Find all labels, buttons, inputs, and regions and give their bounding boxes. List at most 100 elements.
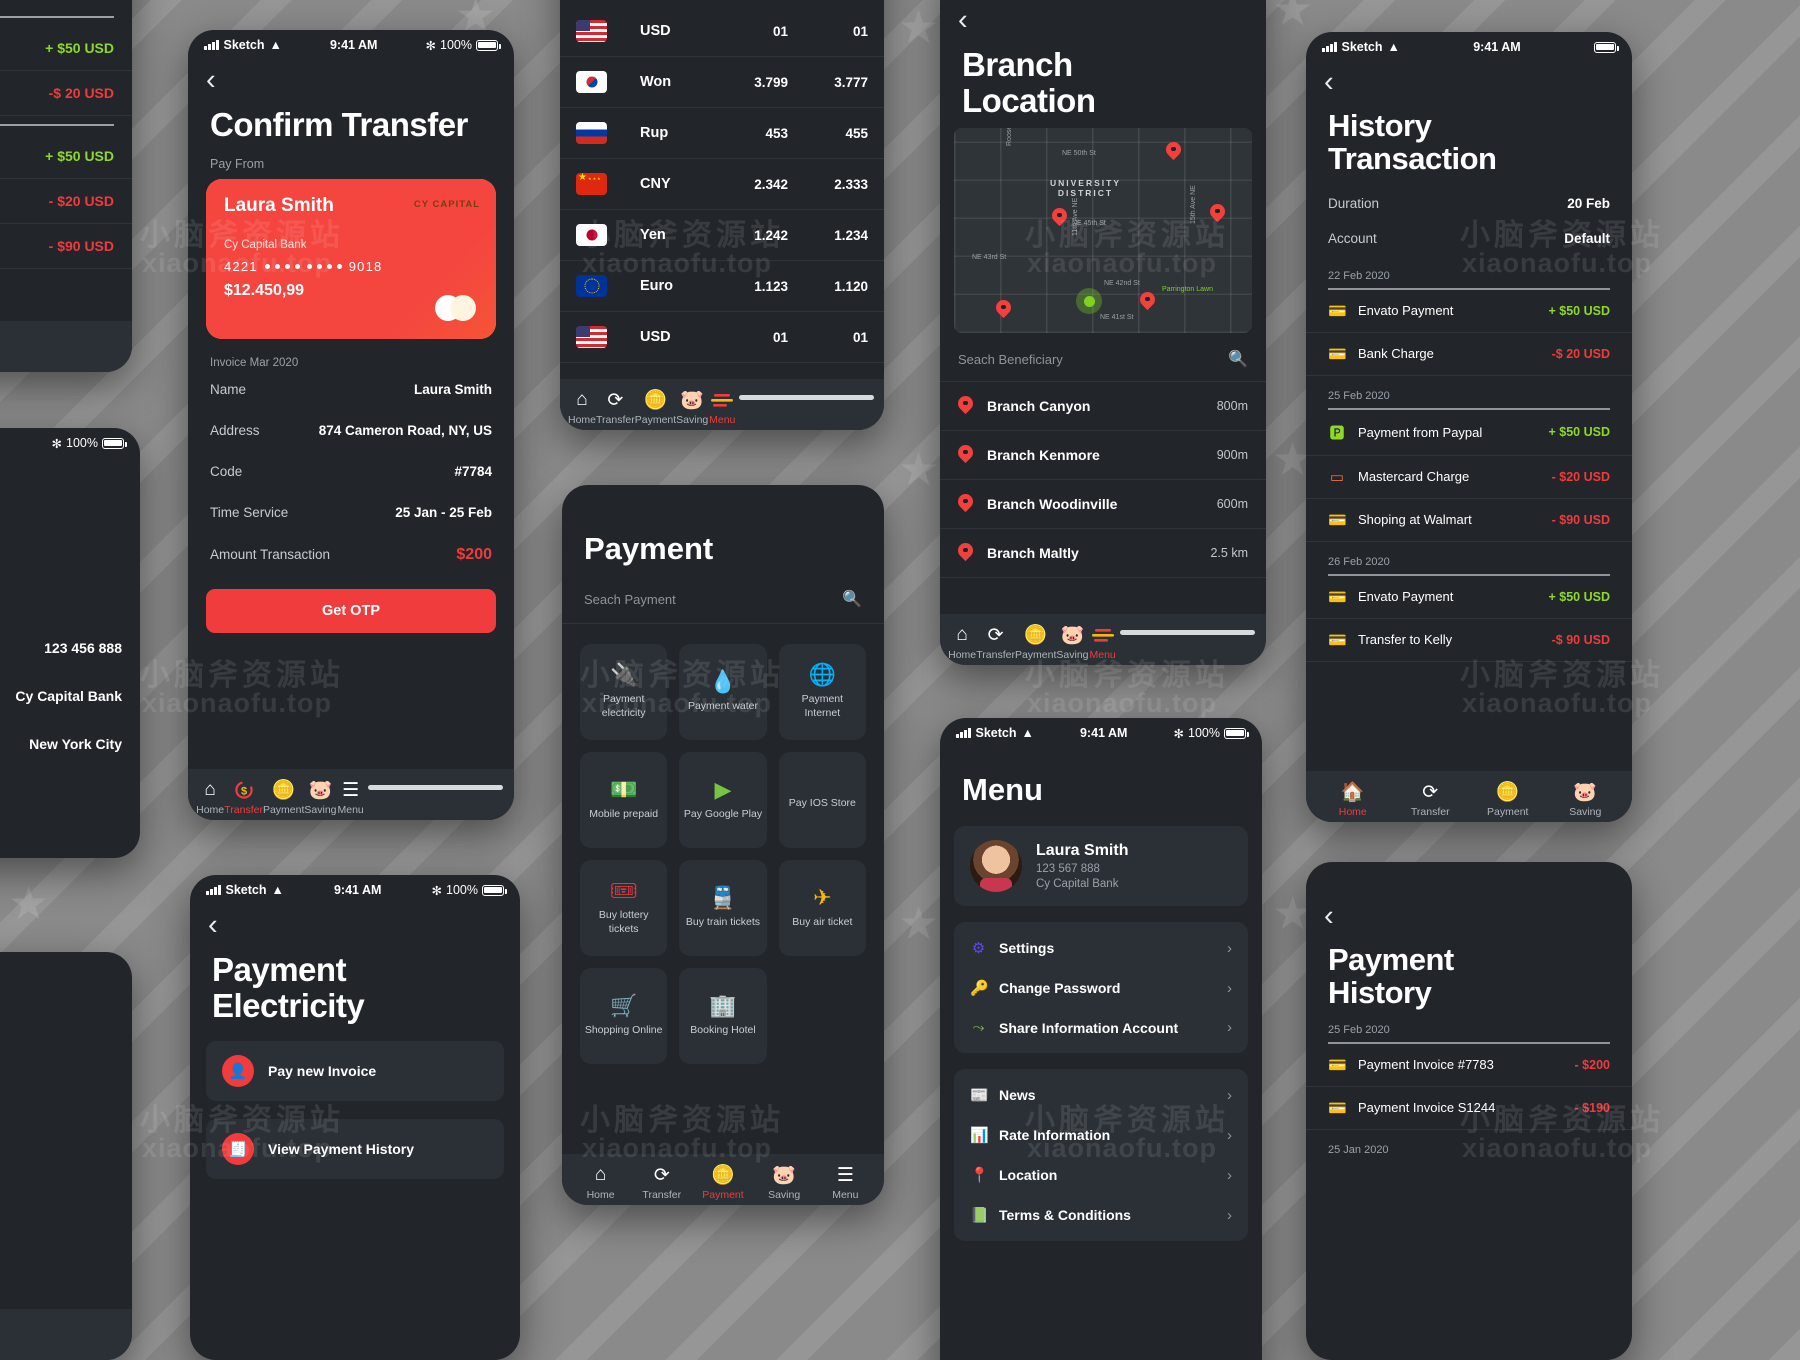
bottom-tabbar[interactable]: ⌂ Home ⟳ Transfer 🪙 Payment 🐷 Saving ☰ Menu: [562, 1154, 884, 1205]
table-row[interactable]: Euro 1.123 1.120: [560, 261, 884, 312]
tab-transfer[interactable]: ⟳ Transfer: [596, 389, 635, 427]
tab-transfer[interactable]: ⟳ Transfer: [976, 624, 1015, 662]
table-row[interactable]: USD 01 01: [560, 312, 884, 363]
payment-tile-google-play[interactable]: ▶ Pay Google Play: [679, 752, 767, 848]
bottom-tabbar[interactable]: 🐷 Saving Menu: [0, 1309, 132, 1360]
back-button[interactable]: ‹: [940, 0, 1266, 35]
tab-home[interactable]: ⌂ Home: [568, 389, 596, 426]
transaction-row[interactable]: 💳 Transfer to Kelly -$ 90 USD: [1306, 619, 1632, 662]
page-title-line2: Transaction: [1328, 141, 1497, 177]
table-row[interactable]: Rup 453 455: [560, 108, 884, 159]
payment-card[interactable]: CY CAPITAL Laura Smith Cy Capital Bank 4…: [206, 178, 496, 339]
tab-saving[interactable]: 🐷 Saving: [754, 1164, 815, 1201]
transaction-row[interactable]: ▭ Mastercard Charge - $20 USD: [1306, 456, 1632, 499]
filter-row-account[interactable]: Account Default: [1306, 221, 1632, 256]
partial-screen-saving: ✆ 🐷 Saving Menu: [0, 952, 132, 1360]
table-row[interactable]: Yen 1.242 1.234: [560, 210, 884, 261]
branch-list-item[interactable]: Branch Woodinville 600m: [940, 480, 1266, 530]
tab-transfer[interactable]: ⟳ Transfer: [1399, 781, 1461, 819]
tab-menu[interactable]: ☰ Menu: [815, 1164, 876, 1202]
payment-tile-train[interactable]: 🚆 Buy train tickets: [679, 860, 767, 956]
table-row[interactable]: USD 01 01: [560, 6, 884, 57]
menu-item-share-information[interactable]: ⤳ Share Information Account ›: [954, 1008, 1248, 1047]
map-pin-icon[interactable]: [1210, 204, 1225, 224]
tab-saving[interactable]: 🐷 Saving: [1554, 781, 1616, 818]
bottom-tabbar[interactable]: ⌂ Home ⟳ Transfer 🪙 Payment 🐷 Saving Menu: [560, 379, 884, 430]
bottom-tabbar[interactable]: ⌂ Home ⟳ Transfer 🪙 Payment 🐷 Saving Menu: [940, 614, 1266, 665]
payment-tile-mobile-prepaid[interactable]: 💵 Mobile prepaid: [580, 752, 668, 848]
filter-row-duration[interactable]: Duration 20 Feb: [1306, 186, 1632, 221]
tab-payment[interactable]: 🪙 Payment: [1015, 624, 1056, 661]
tab-saving[interactable]: 🐷 Saving: [1056, 624, 1088, 661]
back-button[interactable]: ‹: [190, 901, 520, 940]
tab-home[interactable]: ⌂ Home: [570, 1164, 631, 1201]
menu-item-change-password[interactable]: 🔑 Change Password ›: [954, 968, 1248, 1008]
search-beneficiary-field[interactable]: Seach Beneficiary 🔍: [940, 333, 1266, 383]
map-view[interactable]: NE 50th St Roosevelt Way NE 11th Ave NE …: [954, 128, 1252, 334]
search-icon[interactable]: 🔍: [1228, 349, 1248, 369]
tab-payment[interactable]: 🪙 Payment: [692, 1164, 753, 1201]
payment-tile-booking-hotel[interactable]: 🏢 Booking Hotel: [679, 968, 767, 1064]
table-row[interactable]: CNY 2.342 2.333: [560, 159, 884, 210]
branch-list-item[interactable]: Branch Canyon 800m: [940, 382, 1266, 432]
buy-rate: 1.123: [754, 278, 788, 294]
bottom-tabbar[interactable]: 🏠 Home ⟳ Transfer 🪙 Payment 🐷 Saving: [1306, 771, 1632, 822]
tab-payment[interactable]: 🪙 Payment: [635, 389, 676, 426]
branch-list-item[interactable]: Branch Kenmore 900m: [940, 431, 1266, 481]
menu-item-terms-conditions[interactable]: 📗 Terms & Conditions ›: [954, 1195, 1248, 1235]
menu-item-location[interactable]: 📍 Location ›: [954, 1155, 1248, 1195]
search-payment-field[interactable]: Seach Payment 🔍: [562, 567, 884, 624]
transaction-row[interactable]: 🅿 Payment from Paypal + $50 USD: [1306, 410, 1632, 456]
tab-menu[interactable]: ☰ Menu: [337, 779, 365, 817]
transaction-row[interactable]: 💳 Envato Payment + $50 USD: [1306, 576, 1632, 619]
tab-transfer[interactable]: $ Transfer: [224, 779, 263, 816]
branch-list-item[interactable]: Branch Maltly 2.5 km: [940, 529, 1266, 579]
tab-home[interactable]: 🏠 Home: [1322, 781, 1384, 818]
transaction-label: Transfer to Kelly: [1358, 632, 1453, 648]
tab-home[interactable]: ⌂ Home: [196, 779, 224, 816]
tab-transfer[interactable]: ⟳ Transfer: [631, 1164, 692, 1202]
transaction-row[interactable]: 💳 Envato Payment + $50 USD: [1306, 290, 1632, 333]
back-button[interactable]: ‹: [188, 56, 514, 95]
piggy-bank-icon: 🐷: [1573, 782, 1598, 803]
tab-saving[interactable]: 🐷 Saving: [304, 779, 336, 816]
tab-menu[interactable]: Menu: [708, 389, 736, 426]
payment-tile-ios-store[interactable]: Pay IOS Store: [778, 752, 866, 848]
tab-home[interactable]: ⌂ Home: [948, 624, 976, 661]
table-row[interactable]: Won 3.799 3.777: [560, 57, 884, 108]
tab-menu[interactable]: Menu: [1089, 624, 1117, 661]
back-button[interactable]: ‹: [1306, 892, 1632, 931]
map-pin-icon[interactable]: [1166, 142, 1181, 162]
payment-tile-internet[interactable]: 🌐 Payment Internet: [778, 644, 866, 740]
profile-card[interactable]: Laura Smith 123 567 888 Cy Capital Bank: [954, 826, 1248, 906]
transaction-amount: - $90 USD: [1551, 512, 1610, 527]
menu-item-news[interactable]: 📰 News ›: [954, 1075, 1248, 1115]
pin-icon: [958, 543, 973, 563]
detail-row: Amount Transaction $200: [188, 533, 514, 577]
menu-item-settings[interactable]: ⚙ Settings ›: [954, 928, 1248, 968]
transaction-row[interactable]: 💳 Payment Invoice S1244 - $190: [1306, 1087, 1632, 1130]
payment-tile-air-ticket[interactable]: ✈ Buy air ticket: [778, 860, 866, 956]
transaction-row[interactable]: 💳 Payment Invoice #7783 - $200: [1306, 1044, 1632, 1087]
action-pay-new-invoice[interactable]: 👤 Pay new Invoice: [206, 1041, 504, 1102]
get-otp-button[interactable]: Get OTP: [206, 588, 496, 633]
map-pin-icon[interactable]: [1140, 292, 1155, 312]
tab-payment[interactable]: 🪙 Payment: [263, 779, 304, 816]
payment-tile-lottery[interactable]: 🎟 Buy lottery tickets: [580, 860, 668, 956]
search-icon[interactable]: 🔍: [842, 589, 862, 609]
tab-payment[interactable]: 🪙 Payment: [1477, 781, 1539, 818]
payment-tile-shopping-online[interactable]: 🛒 Shopping Online: [580, 968, 668, 1064]
transaction-row[interactable]: 💳 Shoping at Walmart - $90 USD: [1306, 499, 1632, 542]
bottom-tabbar[interactable]: ⌂ Home $ Transfer 🪙 Payment 🐷 Saving ☰ Menu: [188, 769, 514, 820]
menu-item-rate-information[interactable]: 📊 Rate Information ›: [954, 1115, 1248, 1155]
map-pin-icon[interactable]: [1052, 208, 1067, 228]
back-button[interactable]: ‹: [1306, 58, 1632, 97]
transaction-row[interactable]: 💳 Bank Charge -$ 20 USD: [1306, 333, 1632, 376]
bottom-tabbar[interactable]: 🐷 Saving ☰ Menu: [0, 321, 132, 372]
payment-tile-electricity[interactable]: 🔌 Payment electricity: [580, 644, 668, 740]
map-street-label: Roosevelt Way NE: [1006, 128, 1013, 146]
map-pin-icon[interactable]: [996, 300, 1011, 320]
action-view-payment-history[interactable]: 🧾 View Payment History: [206, 1119, 504, 1180]
payment-tile-water[interactable]: 💧 Payment water: [679, 644, 767, 740]
tab-saving[interactable]: 🐷 Saving: [676, 389, 708, 426]
